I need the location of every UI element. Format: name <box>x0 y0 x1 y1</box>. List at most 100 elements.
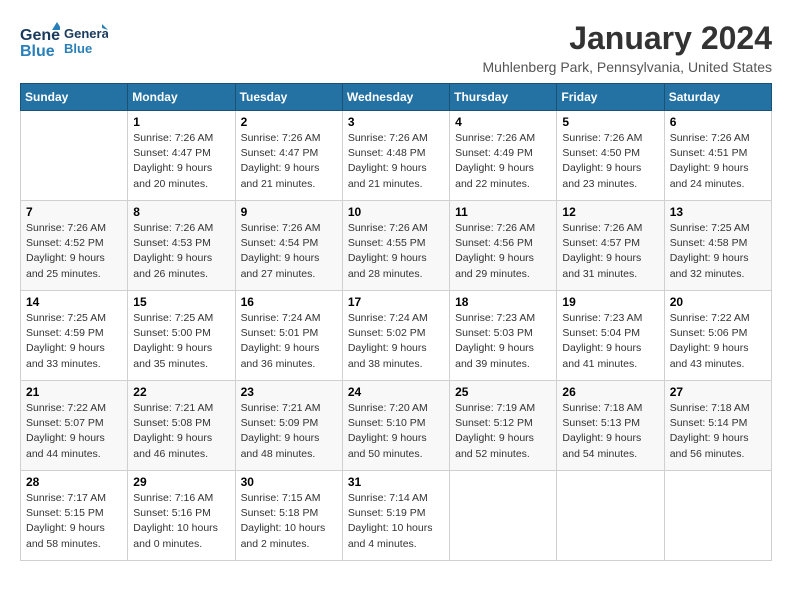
weekday-header-sunday: Sunday <box>21 84 128 111</box>
calendar-cell: 15 Sunrise: 7:25 AM Sunset: 5:00 PM Dayli… <box>128 291 235 381</box>
day-number: 2 <box>241 115 337 129</box>
calendar-cell: 2Sunrise: 7:26 AM Sunset: 4:47 PM Daylig… <box>235 111 342 201</box>
calendar-week-row: 7 Sunrise: 7:26 AM Sunset: 4:52 PM Daylig… <box>21 201 772 291</box>
day-info: Sunrise: 7:26 AM Sunset: 4:56 PM Dayligh… <box>455 221 551 282</box>
day-info: Sunrise: 7:26 AM Sunset: 4:47 PM Dayligh… <box>133 131 229 192</box>
day-number: 16 <box>241 295 337 309</box>
day-info: Sunrise: 7:18 AM Sunset: 5:14 PM Dayligh… <box>670 401 766 462</box>
calendar-cell: 7 Sunrise: 7:26 AM Sunset: 4:52 PM Daylig… <box>21 201 128 291</box>
day-number: 13 <box>670 205 766 219</box>
calendar-cell: 14Sunrise: 7:25 AM Sunset: 4:59 PM Dayli… <box>21 291 128 381</box>
day-info: Sunrise: 7:19 AM Sunset: 5:12 PM Dayligh… <box>455 401 551 462</box>
calendar-cell: 12 Sunrise: 7:26 AM Sunset: 4:57 PM Dayli… <box>557 201 664 291</box>
day-info: Sunrise: 7:25 AM Sunset: 4:59 PM Dayligh… <box>26 311 122 372</box>
weekday-header-tuesday: Tuesday <box>235 84 342 111</box>
day-number: 8 <box>133 205 229 219</box>
day-info: Sunrise: 7:25 AM Sunset: 5:00 PM Dayligh… <box>133 311 229 372</box>
logo: General Blue General Blue <box>20 20 108 64</box>
day-number: 15 <box>133 295 229 309</box>
title-section: January 2024 Muhlenberg Park, Pennsylvan… <box>483 20 773 75</box>
day-number: 27 <box>670 385 766 399</box>
day-number: 24 <box>348 385 444 399</box>
logo-bird-icon: General Blue <box>64 20 108 64</box>
calendar-cell <box>21 111 128 201</box>
logo-icon: General Blue <box>20 22 60 62</box>
calendar-cell <box>664 471 771 561</box>
calendar-table: SundayMondayTuesdayWednesdayThursdayFrid… <box>20 83 772 561</box>
calendar-cell: 6 Sunrise: 7:26 AM Sunset: 4:51 PM Daylig… <box>664 111 771 201</box>
calendar-cell: 31 Sunrise: 7:14 AM Sunset: 5:19 PM Dayli… <box>342 471 449 561</box>
day-info: Sunrise: 7:17 AM Sunset: 5:15 PM Dayligh… <box>26 491 122 552</box>
day-info: Sunrise: 7:14 AM Sunset: 5:19 PM Dayligh… <box>348 491 444 552</box>
calendar-cell: 19Sunrise: 7:23 AM Sunset: 5:04 PM Dayli… <box>557 291 664 381</box>
svg-text:Blue: Blue <box>64 41 92 56</box>
calendar-cell: 11 Sunrise: 7:26 AM Sunset: 4:56 PM Dayli… <box>450 201 557 291</box>
calendar-cell: 24 Sunrise: 7:20 AM Sunset: 5:10 PM Dayli… <box>342 381 449 471</box>
day-info: Sunrise: 7:25 AM Sunset: 4:58 PM Dayligh… <box>670 221 766 282</box>
calendar-header-row: SundayMondayTuesdayWednesdayThursdayFrid… <box>21 84 772 111</box>
day-info: Sunrise: 7:15 AM Sunset: 5:18 PM Dayligh… <box>241 491 337 552</box>
day-number: 28 <box>26 475 122 489</box>
day-number: 20 <box>670 295 766 309</box>
day-number: 17 <box>348 295 444 309</box>
calendar-cell <box>557 471 664 561</box>
day-info: Sunrise: 7:26 AM Sunset: 4:52 PM Dayligh… <box>26 221 122 282</box>
day-info: Sunrise: 7:26 AM Sunset: 4:49 PM Dayligh… <box>455 131 551 192</box>
calendar-week-row: 21 Sunrise: 7:22 AM Sunset: 5:07 PM Dayli… <box>21 381 772 471</box>
day-number: 31 <box>348 475 444 489</box>
day-number: 11 <box>455 205 551 219</box>
day-info: Sunrise: 7:26 AM Sunset: 4:51 PM Dayligh… <box>670 131 766 192</box>
calendar-week-row: 1 Sunrise: 7:26 AM Sunset: 4:47 PM Daylig… <box>21 111 772 201</box>
day-number: 5 <box>562 115 658 129</box>
day-number: 23 <box>241 385 337 399</box>
calendar-cell: 1 Sunrise: 7:26 AM Sunset: 4:47 PM Daylig… <box>128 111 235 201</box>
day-number: 21 <box>26 385 122 399</box>
calendar-cell <box>450 471 557 561</box>
day-number: 7 <box>26 205 122 219</box>
calendar-cell: 16 Sunrise: 7:24 AM Sunset: 5:01 PM Dayli… <box>235 291 342 381</box>
day-info: Sunrise: 7:26 AM Sunset: 4:57 PM Dayligh… <box>562 221 658 282</box>
calendar-cell: 30 Sunrise: 7:15 AM Sunset: 5:18 PM Dayli… <box>235 471 342 561</box>
day-number: 18 <box>455 295 551 309</box>
day-info: Sunrise: 7:26 AM Sunset: 4:48 PM Dayligh… <box>348 131 444 192</box>
svg-text:General: General <box>64 26 108 41</box>
day-info: Sunrise: 7:22 AM Sunset: 5:07 PM Dayligh… <box>26 401 122 462</box>
weekday-header-wednesday: Wednesday <box>342 84 449 111</box>
day-number: 4 <box>455 115 551 129</box>
day-info: Sunrise: 7:16 AM Sunset: 5:16 PM Dayligh… <box>133 491 229 552</box>
day-info: Sunrise: 7:24 AM Sunset: 5:02 PM Dayligh… <box>348 311 444 372</box>
calendar-cell: 20 Sunrise: 7:22 AM Sunset: 5:06 PM Dayli… <box>664 291 771 381</box>
calendar-cell: 5 Sunrise: 7:26 AM Sunset: 4:50 PM Daylig… <box>557 111 664 201</box>
calendar-cell: 17 Sunrise: 7:24 AM Sunset: 5:02 PM Dayli… <box>342 291 449 381</box>
calendar-cell: 26Sunrise: 7:18 AM Sunset: 5:13 PM Dayli… <box>557 381 664 471</box>
calendar-cell: 27 Sunrise: 7:18 AM Sunset: 5:14 PM Dayli… <box>664 381 771 471</box>
svg-text:Blue: Blue <box>20 43 55 60</box>
weekday-header-friday: Friday <box>557 84 664 111</box>
day-info: Sunrise: 7:21 AM Sunset: 5:08 PM Dayligh… <box>133 401 229 462</box>
day-info: Sunrise: 7:23 AM Sunset: 5:03 PM Dayligh… <box>455 311 551 372</box>
calendar-cell: 18 Sunrise: 7:23 AM Sunset: 5:03 PM Dayli… <box>450 291 557 381</box>
weekday-header-thursday: Thursday <box>450 84 557 111</box>
day-number: 1 <box>133 115 229 129</box>
calendar-week-row: 28 Sunrise: 7:17 AM Sunset: 5:15 PM Dayli… <box>21 471 772 561</box>
day-info: Sunrise: 7:20 AM Sunset: 5:10 PM Dayligh… <box>348 401 444 462</box>
day-info: Sunrise: 7:26 AM Sunset: 4:55 PM Dayligh… <box>348 221 444 282</box>
location-subtitle: Muhlenberg Park, Pennsylvania, United St… <box>483 59 773 75</box>
calendar-cell: 23Sunrise: 7:21 AM Sunset: 5:09 PM Dayli… <box>235 381 342 471</box>
day-number: 22 <box>133 385 229 399</box>
calendar-week-row: 14Sunrise: 7:25 AM Sunset: 4:59 PM Dayli… <box>21 291 772 381</box>
month-title: January 2024 <box>483 20 773 57</box>
weekday-header-saturday: Saturday <box>664 84 771 111</box>
calendar-cell: 9Sunrise: 7:26 AM Sunset: 4:54 PM Daylig… <box>235 201 342 291</box>
day-number: 25 <box>455 385 551 399</box>
day-info: Sunrise: 7:23 AM Sunset: 5:04 PM Dayligh… <box>562 311 658 372</box>
day-info: Sunrise: 7:22 AM Sunset: 5:06 PM Dayligh… <box>670 311 766 372</box>
day-number: 3 <box>348 115 444 129</box>
day-number: 30 <box>241 475 337 489</box>
day-number: 12 <box>562 205 658 219</box>
calendar-cell: 22 Sunrise: 7:21 AM Sunset: 5:08 PM Dayli… <box>128 381 235 471</box>
day-info: Sunrise: 7:26 AM Sunset: 4:54 PM Dayligh… <box>241 221 337 282</box>
day-number: 6 <box>670 115 766 129</box>
day-info: Sunrise: 7:26 AM Sunset: 4:50 PM Dayligh… <box>562 131 658 192</box>
day-info: Sunrise: 7:24 AM Sunset: 5:01 PM Dayligh… <box>241 311 337 372</box>
